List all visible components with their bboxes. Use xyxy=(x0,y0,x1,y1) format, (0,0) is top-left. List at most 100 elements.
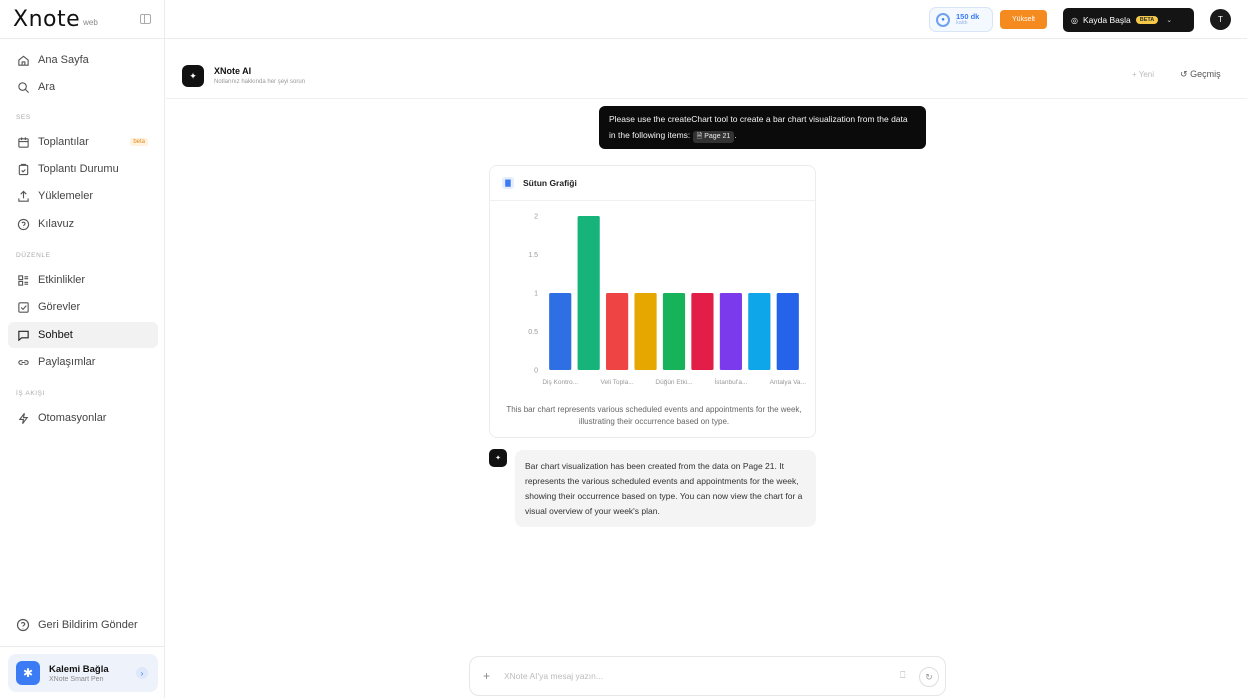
bar-chart: 0 0.5 1 1.5 2 Diş Kontro... Veli Topla... Düğün… xyxy=(528,214,807,387)
feedback-button[interactable]: Geri Bildirim Gönder xyxy=(8,612,158,638)
sidebar-item-label: Toplantılar xyxy=(38,136,89,148)
x-tick-label: Antalya Va... xyxy=(770,379,807,386)
new-chat-button[interactable]: + Yeni xyxy=(1132,70,1154,79)
link-icon xyxy=(16,355,30,369)
minutes-label: kaldı xyxy=(956,19,968,26)
record-icon: ◎ xyxy=(1071,15,1078,25)
ai-response-message: Bar chart visualization has been created… xyxy=(515,450,816,527)
bluetooth-icon: ✱ xyxy=(16,661,40,685)
chart-bar[interactable] xyxy=(549,293,572,370)
beta-badge: BETA xyxy=(1135,16,1159,24)
x-tick-label: Veli Topla... xyxy=(601,379,634,386)
beta-badge: beta xyxy=(130,138,148,146)
sidebar-item-label: Yüklemeler xyxy=(38,190,94,202)
y-tick-label: 2 xyxy=(534,214,538,221)
y-tick-label: 0 xyxy=(534,368,538,375)
bar-chart-icon: ▇ xyxy=(502,177,514,189)
sidebar-item-uploads[interactable]: Yüklemeler xyxy=(8,183,158,209)
sidebar-item-tasks[interactable]: Görevler xyxy=(8,294,158,320)
pen-subtitle: XNote Smart Pen xyxy=(49,675,104,683)
send-button[interactable]: ↻ xyxy=(919,667,939,687)
chart-bar[interactable] xyxy=(634,293,657,370)
sidebar-item-label: Toplantı Durumu xyxy=(38,163,119,175)
logo-text: Xnote xyxy=(13,7,81,32)
section-label-duzenle: DÜZENLE xyxy=(16,252,51,259)
chart-bar[interactable] xyxy=(748,293,771,370)
connect-pen-card[interactable]: ✱ Kalemi Bağla XNote Smart Pen › xyxy=(8,654,158,692)
sidebar-item-label: Etkinlikler xyxy=(38,274,86,286)
chevron-right-icon[interactable]: › xyxy=(136,667,148,679)
sidebar-item-meeting-status[interactable]: Toplantı Durumu xyxy=(8,156,158,182)
chart-bar[interactable] xyxy=(691,293,714,370)
chevron-down-icon: ⌄ xyxy=(1166,17,1173,24)
x-tick-label: İstanbul'a... xyxy=(714,377,747,386)
x-tick-label: Düğün Etki... xyxy=(655,379,692,386)
sidebar-item-label: Ara xyxy=(38,81,56,93)
feedback-label: Geri Bildirim Gönder xyxy=(38,619,138,631)
checkbox-icon xyxy=(16,300,30,314)
chat-title: XNote AI xyxy=(214,66,252,76)
sidebar-item-label: Ana Sayfa xyxy=(38,54,89,66)
sidebar-item-chat[interactable]: Sohbet xyxy=(8,322,158,348)
app-logo[interactable]: Xnote web xyxy=(13,8,98,32)
document-icon: 🗎 xyxy=(696,133,703,140)
section-label-ses: SES xyxy=(16,114,31,121)
chart-description: This bar chart represents various schedu… xyxy=(506,405,802,426)
chart-bar[interactable] xyxy=(719,293,742,370)
page-chip-label: Page 21 xyxy=(704,133,731,140)
section-label-is-akisi: İŞ AKIŞI xyxy=(16,390,46,397)
user-message-text: Please use the createChart tool to creat… xyxy=(609,114,908,140)
divider xyxy=(0,646,165,647)
sidebar-item-guide[interactable]: Kılavuz xyxy=(8,211,158,237)
y-tick-label: 1 xyxy=(534,291,538,298)
list-icon xyxy=(16,273,30,287)
y-tick-label: 0.5 xyxy=(528,329,538,336)
home-icon xyxy=(16,53,30,67)
chart-bar[interactable] xyxy=(606,293,629,370)
sidebar-item-label: Otomasyonlar xyxy=(38,412,107,424)
sidebar-item-automations[interactable]: Otomasyonlar xyxy=(8,405,158,431)
logo-suffix: web xyxy=(83,18,98,27)
history-button[interactable]: ↺ Geçmiş xyxy=(1180,69,1221,80)
history-label: Geçmiş xyxy=(1190,69,1221,79)
avatar[interactable]: T xyxy=(1210,9,1231,30)
sidebar-item-events[interactable]: Etkinlikler xyxy=(8,267,158,293)
clipboard-icon xyxy=(16,162,30,176)
y-tick-label: 1.5 xyxy=(528,252,538,259)
chart-bar[interactable] xyxy=(662,293,686,370)
user-message: Please use the createChart tool to creat… xyxy=(599,106,926,149)
help-icon xyxy=(16,618,30,632)
x-tick-label: Diş Kontro... xyxy=(542,379,578,386)
chart-card-title: Sütun Grafiği xyxy=(523,178,577,188)
chat-subtitle: Notlarınız hakkında her şeyi sorun xyxy=(214,79,306,85)
start-recording-button[interactable]: ◎ Kayda Başla BETA ⌄ xyxy=(1063,8,1194,32)
upgrade-button[interactable]: Yükselt xyxy=(1000,10,1047,29)
chart-bar[interactable] xyxy=(577,216,600,370)
chat-header: ✦ XNote AI Notlarınız hakkında her şeyi … xyxy=(166,39,1247,99)
microphone-icon[interactable]: ⎕ xyxy=(900,670,905,681)
sidebar-item-label: Paylaşımlar xyxy=(38,356,96,368)
calendar-icon xyxy=(16,135,30,149)
pen-title: Kalemi Bağla xyxy=(49,663,109,675)
sidebar-item-shares[interactable]: Paylaşımlar xyxy=(8,349,158,375)
ai-avatar-icon: ✦ xyxy=(489,449,507,467)
history-icon: ↺ xyxy=(1180,69,1188,79)
automation-icon xyxy=(16,411,30,425)
sidebar-collapse-icon[interactable] xyxy=(140,14,151,24)
help-icon xyxy=(16,217,30,231)
ai-logo-icon: ✦ xyxy=(182,65,204,87)
sidebar-item-meetings[interactable]: Toplantılar beta xyxy=(8,129,158,155)
remaining-minutes[interactable]: ● 150 dk kaldı xyxy=(929,7,993,32)
message-composer: + ⎕ ↻ xyxy=(469,656,946,696)
sidebar-item-label: Görevler xyxy=(38,301,81,313)
chart-bar[interactable] xyxy=(776,293,799,370)
sidebar-item-home[interactable]: Ana Sayfa xyxy=(8,47,158,73)
page-reference-chip[interactable]: 🗎 Page 21 xyxy=(692,131,735,143)
sidebar: Xnote web Ana Sayfa Ara SES Toplantılar … xyxy=(0,0,165,698)
user-message-end: . xyxy=(734,130,737,140)
plus-icon[interactable]: + xyxy=(483,669,490,683)
upload-icon xyxy=(16,189,30,203)
message-input[interactable] xyxy=(504,666,884,686)
sidebar-item-search[interactable]: Ara xyxy=(8,74,158,100)
sidebar-item-label: Sohbet xyxy=(38,329,73,341)
